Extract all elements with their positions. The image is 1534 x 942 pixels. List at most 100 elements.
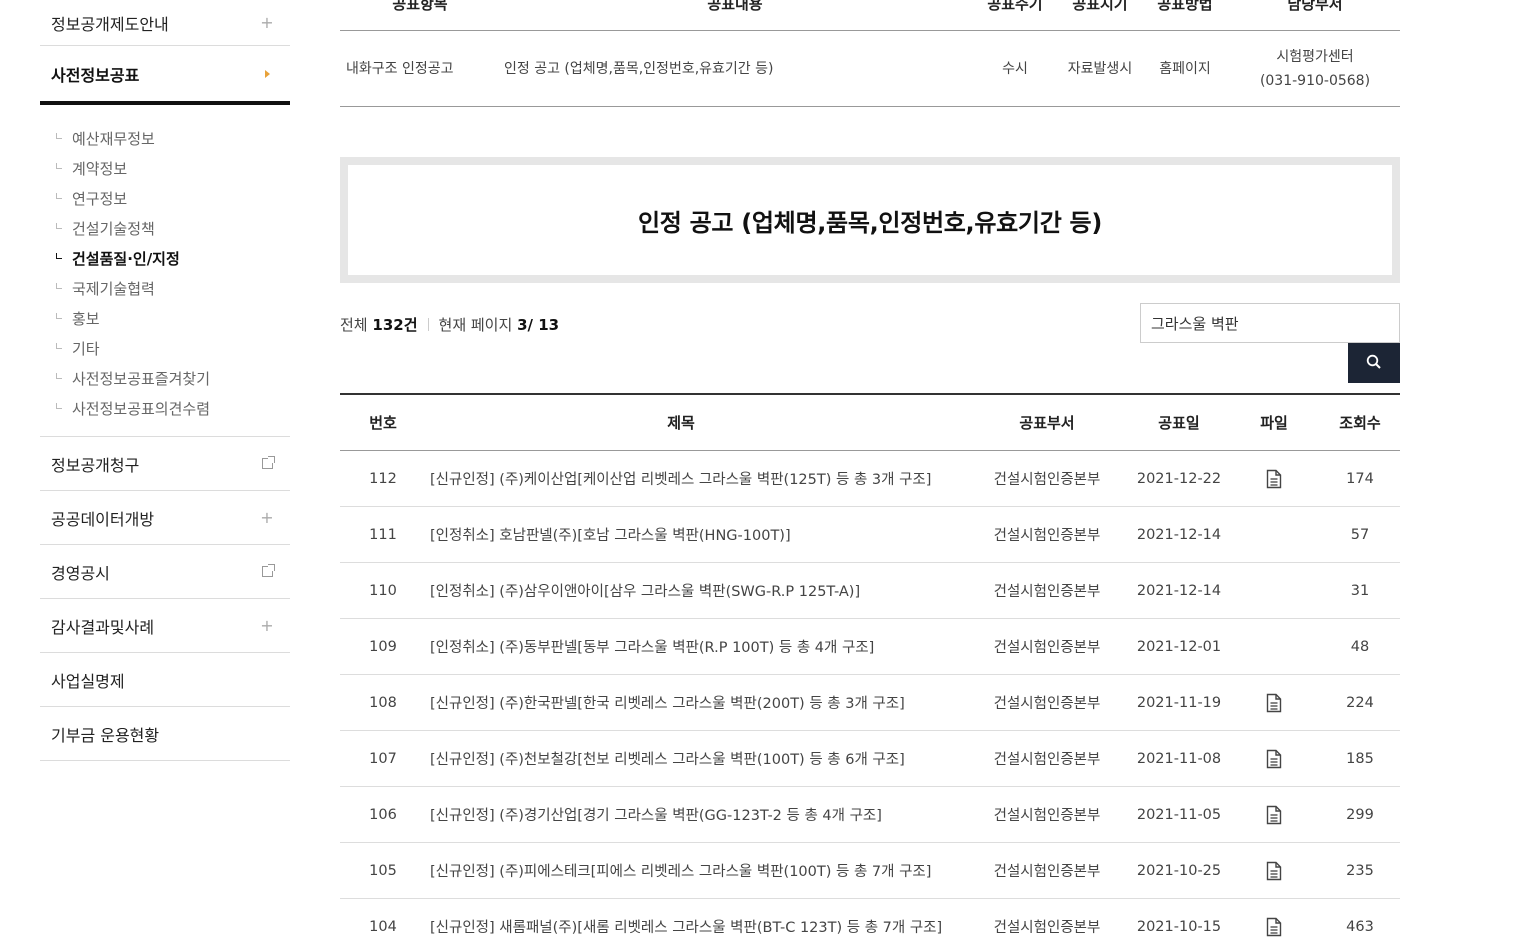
sidebar-subitem[interactable]: 건설기술정책	[40, 213, 290, 243]
corner-bullet-icon	[56, 403, 62, 409]
sidebar-item-label: 기부금 운용현황	[51, 725, 160, 745]
row-title-link[interactable]: [인정취소] (주)삼우이앤아이[삼우 그라스울 벽판(SWG-R.P 125T…	[426, 580, 964, 601]
row-title-link[interactable]: [신규인정] (주)케이산업[케이산업 리벳레스 그라스울 벽판(125T) 등…	[426, 468, 964, 489]
row-number: 105	[369, 862, 397, 879]
sidebar-subitem[interactable]: 연구정보	[40, 183, 290, 213]
total-label: 전체	[340, 316, 368, 334]
cell-timing: 자료발생시	[1067, 60, 1133, 77]
row-dept: 건설시험인증본부	[993, 864, 1101, 880]
external-link-icon	[260, 564, 275, 579]
row-file	[1228, 693, 1320, 713]
sidebar-bottom-menu: 정보공개청구 공공데이터개방 + 경영공시감사결과및사례 + 사업실명제기부금 운용현황	[40, 437, 290, 761]
file-document-icon[interactable]	[1266, 749, 1282, 769]
sidebar-subitem[interactable]: 건설품질·인/지정	[40, 243, 290, 273]
sidebar-subitem-label: 예산재무정보	[72, 129, 155, 148]
col-number: 번호	[369, 414, 397, 432]
row-title-link[interactable]: [인정취소] 호남판넬(주)[호남 그라스울 벽판(HNG-100T)]	[426, 524, 964, 545]
row-file	[1228, 861, 1320, 881]
sidebar-subitem-label: 계약정보	[72, 159, 128, 178]
row-views: 185	[1346, 750, 1374, 767]
disclosure-info-table: 공표항목 공표내용 공표주기 공표시기 공표방법 담당부서 내화구조 인정공고 …	[340, 0, 1400, 107]
row-title-link[interactable]: [신규인정] (주)피에스테크[피에스 리벳레스 그라스울 벽판(100T) 등…	[426, 860, 964, 881]
cell-item: 내화구조 인정공고	[346, 60, 454, 77]
sidebar-item-info-disclosure-guide[interactable]: 정보공개제도안내 +	[40, 0, 290, 46]
file-document-icon[interactable]	[1266, 469, 1282, 489]
file-document-icon[interactable]	[1266, 861, 1282, 881]
col-views: 조회수	[1339, 414, 1381, 432]
corner-bullet-icon	[56, 343, 62, 349]
search-button[interactable]	[1348, 343, 1400, 383]
row-file	[1228, 805, 1320, 825]
sidebar-subitem[interactable]: 국제기술협력	[40, 273, 290, 303]
sidebar-subitem[interactable]: 기타	[40, 333, 290, 363]
row-title-link[interactable]: [인정취소] (주)동부판넬[동부 그라스울 벽판(R.P 100T) 등 총 …	[426, 636, 964, 657]
sidebar-item[interactable]: 정보공개청구	[40, 437, 290, 491]
sidebar-item[interactable]: 사업실명제	[40, 653, 290, 707]
sidebar-item[interactable]: 경영공시	[40, 545, 290, 599]
sidebar-item-pre-disclosure[interactable]: 사전정보공표	[40, 46, 290, 105]
sidebar-subitem[interactable]: 사전정보공표의견수렴	[40, 393, 290, 423]
file-document-icon[interactable]	[1266, 917, 1282, 937]
search-input[interactable]	[1140, 303, 1400, 343]
triangle-right-icon	[260, 67, 274, 81]
page-label: 현재 페이지	[438, 316, 513, 334]
search-icon	[1366, 354, 1382, 373]
row-title-link[interactable]: [신규인정] (주)천보철강[천보 리벳레스 그라스울 벽판(100T) 등 총…	[426, 748, 964, 769]
cell-cycle: 수시	[1002, 60, 1028, 77]
row-title-link[interactable]: [신규인정] (주)한국판넬[한국 리벳레스 그라스울 벽판(200T) 등 총…	[426, 692, 964, 713]
cell-dept: 시험평가센터 (031-910-0568)	[1230, 31, 1400, 106]
sidebar-item-label: 감사결과및사례	[51, 617, 155, 637]
table-row: 110 [인정취소] (주)삼우이앤아이[삼우 그라스울 벽판(SWG-R.P 1…	[340, 563, 1400, 619]
header-timing: 공표시기	[1072, 0, 1128, 13]
table-row: 109 [인정취소] (주)동부판넬[동부 그라스울 벽판(R.P 100T) 등…	[340, 619, 1400, 675]
row-date: 2021-10-15	[1136, 918, 1222, 935]
corner-bullet-icon	[56, 313, 62, 319]
row-dept: 건설시험인증본부	[993, 808, 1101, 824]
row-views: 299	[1346, 806, 1374, 823]
row-number: 107	[369, 750, 397, 767]
sidebar-subitem[interactable]: 예산재무정보	[40, 123, 290, 153]
row-number: 108	[369, 694, 397, 711]
row-dept: 건설시험인증본부	[993, 528, 1101, 544]
row-title-link[interactable]: [신규인정] 새롬패널(주)[새롬 리벳레스 그라스울 벽판(BT-C 123T…	[426, 916, 964, 937]
sidebar-item[interactable]: 감사결과및사례 +	[40, 599, 290, 653]
file-document-icon[interactable]	[1266, 693, 1282, 713]
plus-icon: +	[260, 616, 274, 635]
sidebar-item[interactable]: 공공데이터개방 +	[40, 491, 290, 545]
sidebar-item-label: 경영공시	[51, 563, 110, 583]
corner-bullet-icon	[56, 253, 62, 259]
notice-list-table: 번호 제목 공표부서 공표일 파일 조회수 112 [신규인정] (주)케이산업[…	[340, 393, 1400, 942]
row-dept: 건설시험인증본부	[993, 640, 1101, 656]
sidebar-item-label: 정보공개제도안내	[51, 14, 169, 34]
row-dept: 건설시험인증본부	[993, 920, 1101, 936]
divider	[427, 318, 429, 331]
row-date: 2021-12-14	[1136, 582, 1222, 599]
sidebar-subitem[interactable]: 사전정보공표즐겨찾기	[40, 363, 290, 393]
cell-content: 인정 공고 (업체명,품목,인정번호,유효기간 등)	[504, 60, 774, 77]
header-cycle: 공표주기	[987, 0, 1043, 13]
row-date: 2021-11-08	[1136, 750, 1222, 767]
list-body: 112 [신규인정] (주)케이산업[케이산업 리벳레스 그라스울 벽판(125T…	[340, 451, 1400, 942]
sidebar-subitem[interactable]: 계약정보	[40, 153, 290, 183]
corner-bullet-icon	[56, 373, 62, 379]
sidebar-item[interactable]: 기부금 운용현황	[40, 707, 290, 761]
plus-icon: +	[260, 508, 274, 527]
table-row: 107 [신규인정] (주)천보철강[천보 리벳레스 그라스울 벽판(100T) …	[340, 731, 1400, 787]
header-content: 공표내용	[707, 0, 763, 13]
row-views: 48	[1350, 638, 1370, 655]
table-row: 105 [신규인정] (주)피에스테크[피에스 리벳레스 그라스울 벽판(100T…	[340, 843, 1400, 899]
row-number: 110	[369, 582, 397, 599]
corner-bullet-icon	[56, 193, 62, 199]
col-file: 파일	[1260, 414, 1288, 432]
external-link-icon	[260, 456, 275, 471]
sidebar-submenu: 예산재무정보 계약정보 연구정보 건설기술정책 건설품질·인/지정 국제기술협력 홍보 기타 사…	[40, 105, 290, 437]
table-row: 106 [신규인정] (주)경기산업[경기 그라스울 벽판(GG-123T-2 등…	[340, 787, 1400, 843]
row-date: 2021-12-01	[1136, 638, 1222, 655]
col-title: 제목	[667, 414, 695, 432]
file-document-icon[interactable]	[1266, 805, 1282, 825]
page-title: 인정 공고 (업체명,품목,인정번호,유효기간 등)	[638, 208, 1102, 237]
corner-bullet-icon	[56, 223, 62, 229]
sidebar-subitem[interactable]: 홍보	[40, 303, 290, 333]
row-title-link[interactable]: [신규인정] (주)경기산업[경기 그라스울 벽판(GG-123T-2 등 총 …	[426, 804, 964, 825]
row-date: 2021-11-19	[1136, 694, 1222, 711]
